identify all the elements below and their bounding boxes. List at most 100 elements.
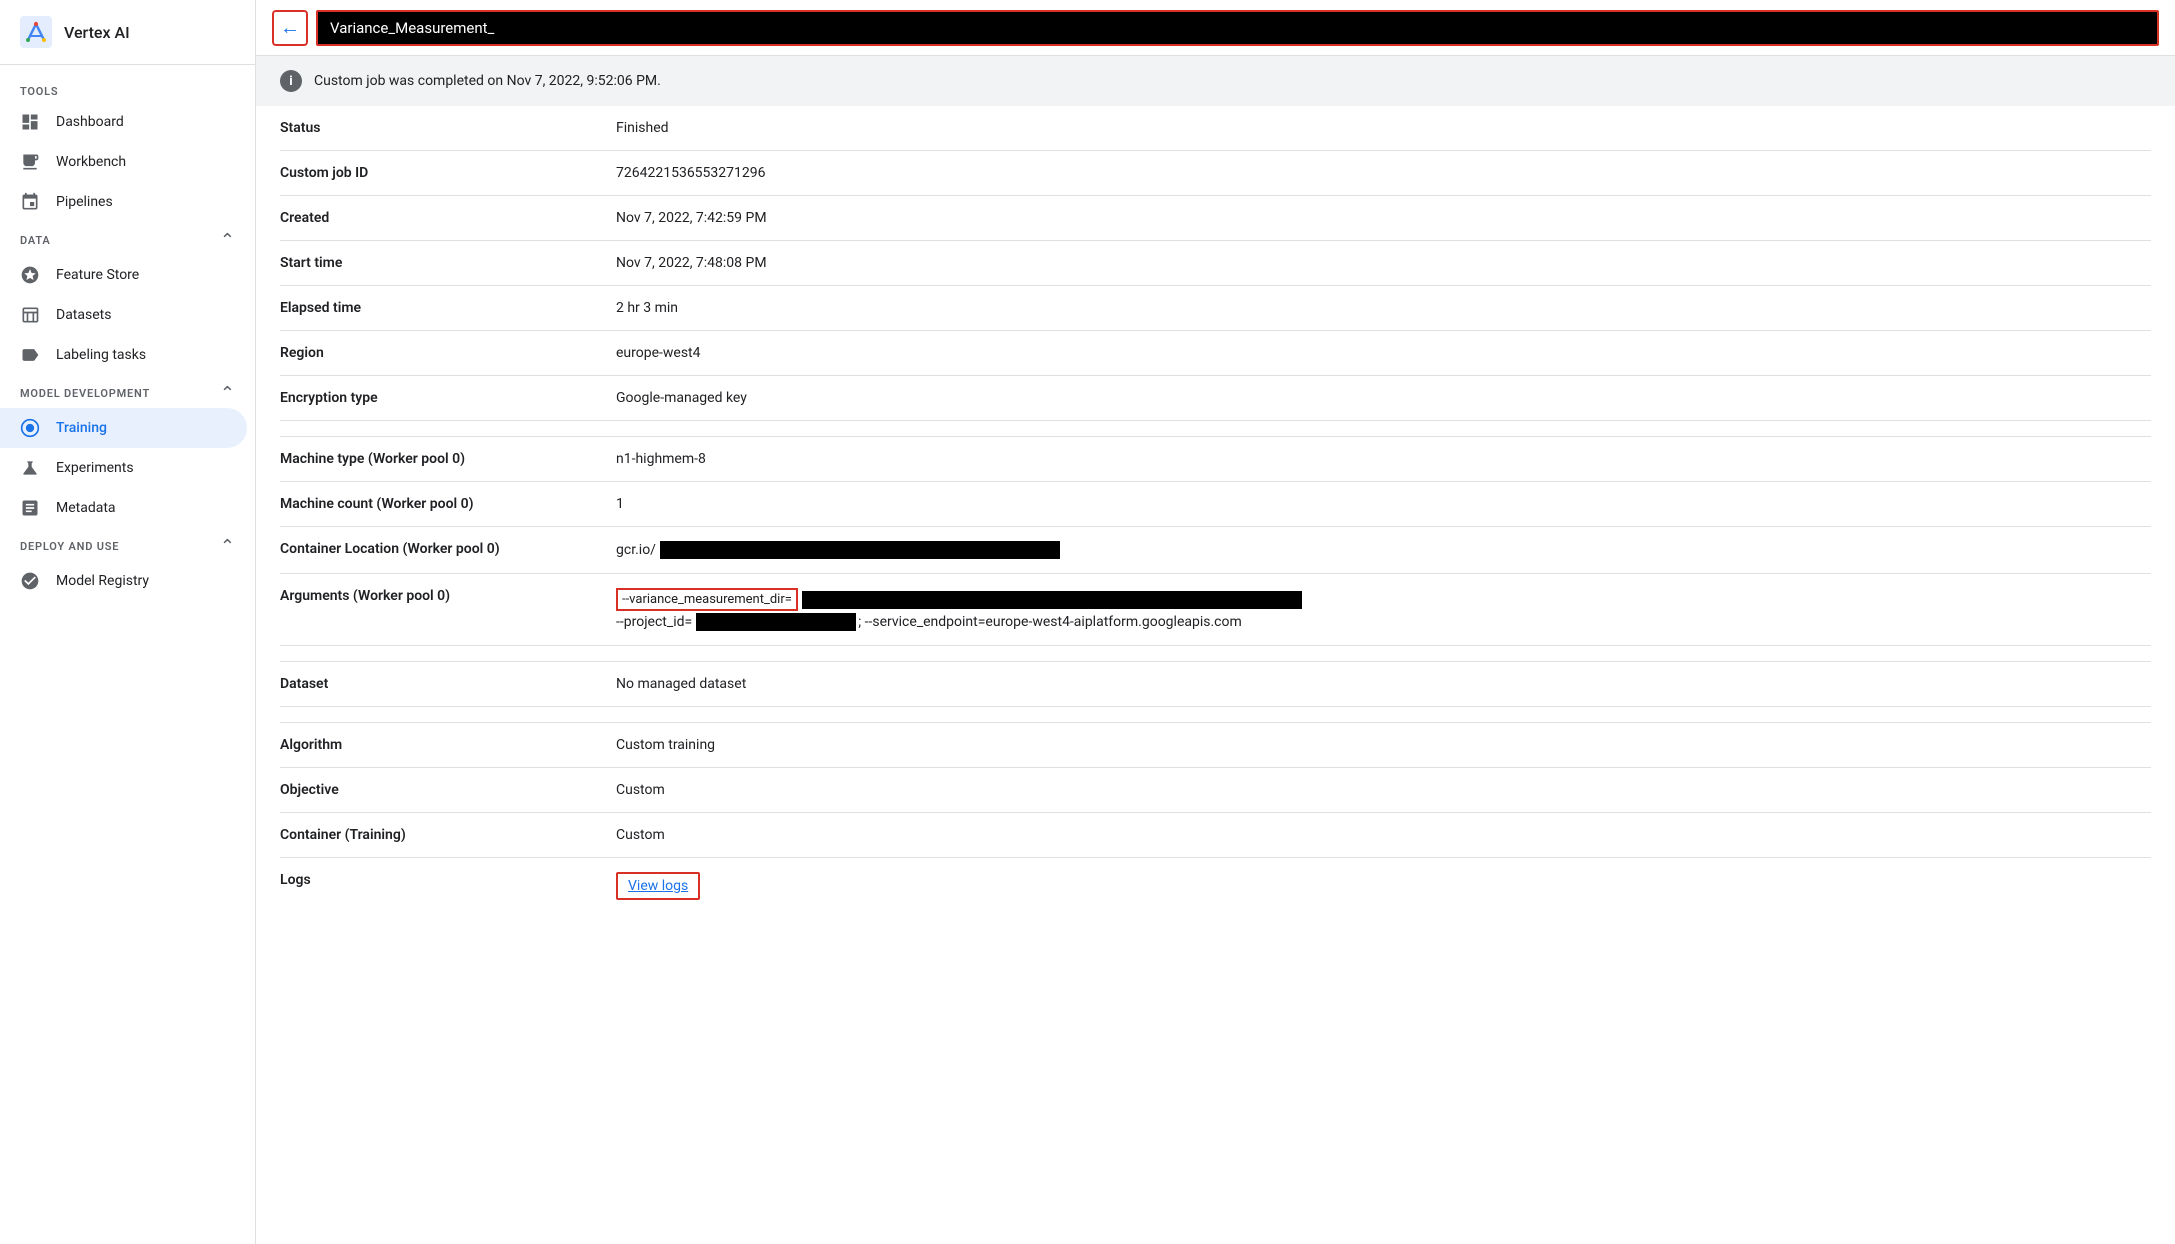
data-section-header: DATA ⌃ bbox=[0, 222, 255, 255]
sidebar-item-workbench-label: Workbench bbox=[56, 154, 126, 170]
logs-label: Logs bbox=[280, 872, 600, 888]
algorithm-value: Custom training bbox=[616, 737, 2151, 753]
detail-row-region: Region europe-west4 bbox=[280, 331, 2151, 376]
container-location-label: Container Location (Worker pool 0) bbox=[280, 541, 600, 557]
detail-row-algorithm: Algorithm Custom training bbox=[280, 723, 2151, 768]
main-content: ← Variance_Measurement_ i Custom job was… bbox=[256, 0, 2175, 1244]
objective-label: Objective bbox=[280, 782, 600, 798]
machine-type-value: n1-highmem-8 bbox=[616, 451, 2151, 467]
content-area: i Custom job was completed on Nov 7, 202… bbox=[256, 56, 2175, 1244]
created-label: Created bbox=[280, 210, 600, 226]
topbar: ← Variance_Measurement_ bbox=[256, 0, 2175, 56]
dataset-label: Dataset bbox=[280, 676, 600, 692]
elapsed-label: Elapsed time bbox=[280, 300, 600, 316]
feature-store-icon bbox=[20, 265, 40, 285]
deploy-chevron-icon[interactable]: ⌃ bbox=[220, 536, 235, 557]
sidebar-item-datasets[interactable]: Datasets bbox=[0, 295, 247, 335]
status-label: Status bbox=[280, 120, 600, 136]
model-registry-icon bbox=[20, 571, 40, 591]
sidebar-item-feature-store-label: Feature Store bbox=[56, 267, 139, 283]
encryption-value: Google-managed key bbox=[616, 390, 2151, 406]
sidebar-item-model-registry-label: Model Registry bbox=[56, 573, 149, 589]
start-time-label: Start time bbox=[280, 255, 600, 271]
objective-value: Custom bbox=[616, 782, 2151, 798]
model-dev-section-header: MODEL DEVELOPMENT ⌃ bbox=[0, 375, 255, 408]
model-dev-chevron-icon[interactable]: ⌃ bbox=[220, 383, 235, 404]
section-divider-1 bbox=[280, 421, 2151, 437]
sidebar-item-metadata[interactable]: Metadata bbox=[0, 488, 247, 528]
info-banner: i Custom job was completed on Nov 7, 202… bbox=[256, 56, 2175, 106]
machine-type-label: Machine type (Worker pool 0) bbox=[280, 451, 600, 467]
detail-row-created: Created Nov 7, 2022, 7:42:59 PM bbox=[280, 196, 2151, 241]
sidebar-item-training-label: Training bbox=[56, 420, 107, 436]
machine-count-value: 1 bbox=[616, 496, 2151, 512]
dashboard-icon bbox=[20, 112, 40, 132]
training-icon bbox=[20, 418, 40, 438]
arguments-label: Arguments (Worker pool 0) bbox=[280, 588, 600, 604]
deploy-section-header: DEPLOY AND USE ⌃ bbox=[0, 528, 255, 561]
detail-row-status: Status Finished bbox=[280, 106, 2151, 151]
sidebar-item-experiments[interactable]: Experiments bbox=[0, 448, 247, 488]
service-endpoint: ; --service_endpoint=europe-west4-aiplat… bbox=[858, 614, 1242, 630]
detail-row-container-training: Container (Training) Custom bbox=[280, 813, 2151, 858]
sidebar-item-training[interactable]: Training bbox=[0, 408, 247, 448]
metadata-icon bbox=[20, 498, 40, 518]
data-chevron-icon[interactable]: ⌃ bbox=[220, 230, 235, 251]
sidebar-item-dashboard-label: Dashboard bbox=[56, 114, 124, 130]
model-dev-section-label: MODEL DEVELOPMENT bbox=[20, 387, 150, 400]
vertex-ai-logo-icon bbox=[20, 16, 52, 48]
deploy-section-label: DEPLOY AND USE bbox=[20, 540, 119, 553]
job-id-value: 7264221536553271296 bbox=[616, 165, 2151, 181]
sidebar-item-experiments-label: Experiments bbox=[56, 460, 134, 476]
arg-highlighted-text: --variance_measurement_dir= bbox=[616, 588, 798, 611]
start-time-value: Nov 7, 2022, 7:48:08 PM bbox=[616, 255, 2151, 271]
dataset-value: No managed dataset bbox=[616, 676, 2151, 692]
app-logo: Vertex AI bbox=[0, 0, 255, 65]
elapsed-value: 2 hr 3 min bbox=[616, 300, 2151, 316]
details-table: Status Finished Custom job ID 7264221536… bbox=[256, 106, 2175, 914]
detail-row-elapsed: Elapsed time 2 hr 3 min bbox=[280, 286, 2151, 331]
section-divider-2 bbox=[280, 646, 2151, 662]
back-button[interactable]: ← bbox=[272, 10, 308, 46]
status-value: Finished bbox=[616, 120, 2151, 136]
container-training-label: Container (Training) bbox=[280, 827, 600, 843]
sidebar: Vertex AI TOOLS Dashboard Workbench Pipe… bbox=[0, 0, 256, 1244]
workbench-icon bbox=[20, 152, 40, 172]
gcr-value-text: gcr.io/ bbox=[616, 541, 2151, 559]
section-divider-3 bbox=[280, 707, 2151, 723]
sidebar-item-metadata-label: Metadata bbox=[56, 500, 116, 516]
arg-line-2: --project_id=; --service_endpoint=europe… bbox=[616, 613, 2151, 631]
page-title: Variance_Measurement_ bbox=[330, 19, 494, 37]
algorithm-label: Algorithm bbox=[280, 737, 600, 753]
sidebar-item-dashboard[interactable]: Dashboard bbox=[0, 102, 247, 142]
arg-line-1: --variance_measurement_dir= bbox=[616, 588, 2151, 611]
sidebar-item-labeling-tasks[interactable]: Labeling tasks bbox=[0, 335, 247, 375]
app-title: Vertex AI bbox=[64, 23, 130, 42]
created-value: Nov 7, 2022, 7:42:59 PM bbox=[616, 210, 2151, 226]
page-title-bar: Variance_Measurement_ bbox=[316, 10, 2159, 46]
detail-row-logs: Logs View logs bbox=[280, 858, 2151, 914]
sidebar-item-pipelines-label: Pipelines bbox=[56, 194, 113, 210]
experiments-icon bbox=[20, 458, 40, 478]
detail-row-machine-type: Machine type (Worker pool 0) n1-highmem-… bbox=[280, 437, 2151, 482]
sidebar-item-feature-store[interactable]: Feature Store bbox=[0, 255, 247, 295]
container-location-value: gcr.io/ bbox=[616, 541, 2151, 559]
labeling-icon bbox=[20, 345, 40, 365]
tools-section-label: TOOLS bbox=[0, 73, 255, 102]
project-id-redacted bbox=[696, 613, 856, 631]
args-container: --variance_measurement_dir= --project_id… bbox=[616, 588, 2151, 631]
sidebar-item-pipelines[interactable]: Pipelines bbox=[0, 182, 247, 222]
sidebar-item-model-registry[interactable]: Model Registry bbox=[0, 561, 247, 601]
region-label: Region bbox=[280, 345, 600, 361]
container-training-value: Custom bbox=[616, 827, 2151, 843]
arguments-value: --variance_measurement_dir= --project_id… bbox=[616, 588, 2151, 631]
logs-value: View logs bbox=[616, 872, 2151, 900]
info-icon: i bbox=[280, 70, 302, 92]
detail-row-arguments: Arguments (Worker pool 0) --variance_mea… bbox=[280, 574, 2151, 646]
pipelines-icon bbox=[20, 192, 40, 212]
detail-row-objective: Objective Custom bbox=[280, 768, 2151, 813]
sidebar-item-workbench[interactable]: Workbench bbox=[0, 142, 247, 182]
detail-row-dataset: Dataset No managed dataset bbox=[280, 662, 2151, 707]
detail-row-encryption: Encryption type Google-managed key bbox=[280, 376, 2151, 421]
view-logs-button[interactable]: View logs bbox=[616, 872, 700, 900]
